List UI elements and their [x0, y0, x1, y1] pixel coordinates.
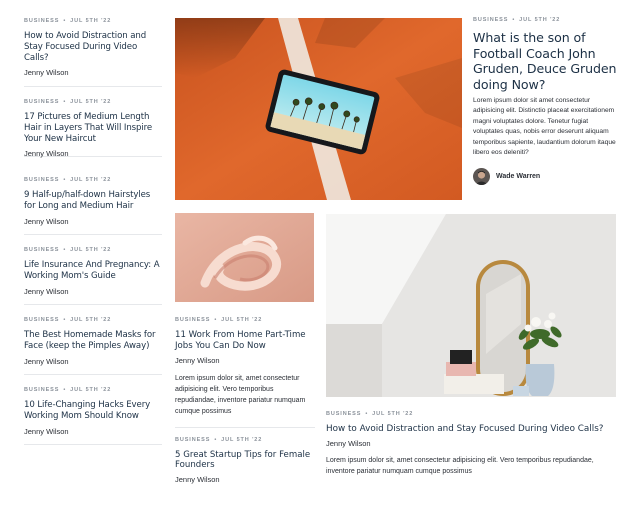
- article-meta: BUSINESS • JUL 5TH '22: [24, 247, 112, 253]
- left-article-list: BUSINESS • JUL 5TH '22 How to Avoid Distra…: [24, 17, 162, 445]
- article-title[interactable]: 11 Work From Home Part-Time Jobs You Can…: [175, 330, 315, 352]
- large-article: BUSINESS • JUL 5TH '22 How to Avoid Distra…: [326, 214, 616, 477]
- list-item[interactable]: BUSINESS • JUL 5TH '22 17 Pictures of Medi…: [24, 87, 162, 158]
- hero-image-tablet-on-track[interactable]: [175, 18, 462, 200]
- article-author: Jenny Wilson: [24, 356, 69, 366]
- article-meta: BUSINESS • JUL 5TH '22: [24, 317, 112, 323]
- article-image-abstract-swirl[interactable]: [175, 213, 314, 302]
- list-item[interactable]: BUSINESS • JUL 5TH '22 9 Half-up/half-down…: [24, 157, 162, 235]
- article-author: Jenny Wilson: [24, 426, 69, 436]
- article-author: Jenny Wilson: [175, 475, 220, 485]
- article-title[interactable]: The Best Homemade Masks for Face (keep t…: [24, 330, 162, 352]
- article-title[interactable]: 17 Pictures of Medium Length Hair in Lay…: [24, 112, 162, 144]
- article-title[interactable]: How to Avoid Distraction and Stay Focuse…: [326, 424, 616, 434]
- article-title[interactable]: 9 Half-up/half-down Hairstyles for Long …: [24, 190, 162, 212]
- article-meta: BUSINESS • JUL 5TH '22: [326, 411, 414, 417]
- middle-article-column: BUSINESS • JUL 5TH '22 11 Work From Home P…: [175, 213, 315, 484]
- article-title[interactable]: 10 Life-Changing Hacks Every Working Mom…: [24, 400, 162, 422]
- featured-article-title[interactable]: What is the son of Football Coach John G…: [473, 30, 618, 92]
- article-meta: BUSINESS • JUL 5TH '22: [175, 436, 263, 443]
- divider: [175, 417, 315, 428]
- article-excerpt: Lorem ipsum dolor sit, amet consectetur …: [175, 374, 306, 415]
- featured-article: BUSINESS • JUL 5TH '22 What is the son of …: [473, 17, 618, 186]
- list-item[interactable]: BUSINESS • JUL 5TH '22 Life Insurance And …: [24, 235, 162, 305]
- article-author: Jenny Wilson: [24, 286, 69, 296]
- list-item[interactable]: BUSINESS • JUL 5TH '22 10 Life-Changing Ha…: [24, 375, 162, 445]
- avatar[interactable]: [473, 168, 490, 186]
- article-title[interactable]: How to Avoid Distraction and Stay Focuse…: [24, 31, 162, 63]
- article-excerpt: Lorem ipsum dolor sit, amet consectetur …: [326, 457, 594, 475]
- author-byline[interactable]: Wade Warren: [473, 168, 618, 186]
- article-image-mirror-room[interactable]: [326, 214, 616, 397]
- article-title[interactable]: Life Insurance And Pregnancy: A Working …: [24, 260, 162, 282]
- list-item[interactable]: BUSINESS • JUL 5TH '22 5 Great Startup Tip…: [175, 437, 315, 485]
- article-author: Jenny Wilson: [24, 68, 69, 78]
- author-name[interactable]: Wade Warren: [496, 173, 540, 180]
- list-item[interactable]: BUSINESS • JUL 5TH '22 The Best Homemade M…: [24, 305, 162, 375]
- article-meta: BUSINESS • JUL 5TH '22: [24, 387, 112, 393]
- article-author: Jenny Wilson: [326, 439, 371, 448]
- article-meta: BUSINESS • JUL 5TH '22: [24, 99, 112, 105]
- article-meta: BUSINESS • JUL 5TH '22: [24, 177, 112, 183]
- article-meta: BUSINESS • JUL 5TH '22: [24, 18, 112, 24]
- list-item[interactable]: BUSINESS • JUL 5TH '22 How to Avoid Distra…: [24, 17, 162, 87]
- article-title[interactable]: 5 Great Startup Tips for Female Founders: [175, 450, 315, 472]
- article-meta: BUSINESS • JUL 5TH '22: [473, 17, 561, 23]
- featured-article-excerpt: Lorem ipsum dolor sit amet consectetur a…: [473, 97, 616, 157]
- article-author: Jenny Wilson: [24, 216, 69, 226]
- article-author: Jenny Wilson: [175, 355, 220, 365]
- article-meta: BUSINESS • JUL 5TH '22: [175, 317, 263, 323]
